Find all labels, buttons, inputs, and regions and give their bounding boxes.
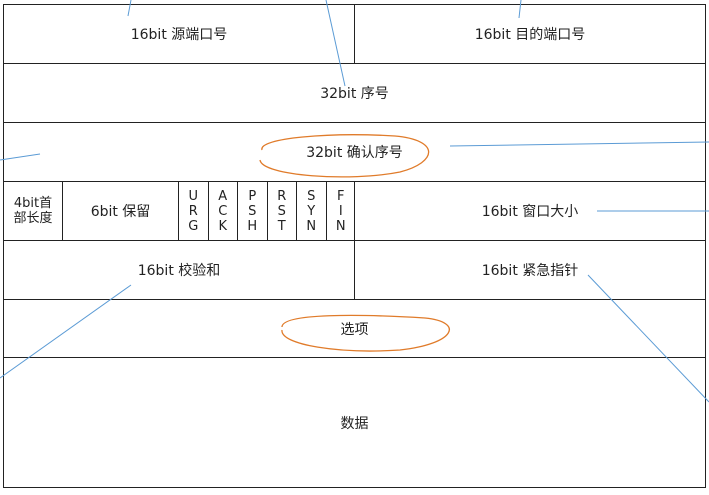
flag-fin: FIN: [325, 181, 356, 241]
window-size-field: 16bit 窗口大小: [354, 181, 706, 241]
flag-letter: T: [277, 219, 286, 234]
flag-letter: A: [218, 189, 228, 204]
flag-letter: P: [248, 189, 257, 204]
flag-psh: PSH: [237, 181, 268, 241]
flag-letter: S: [307, 189, 316, 204]
destination-port-field: 16bit 目的端口号: [354, 4, 706, 64]
sequence-number-field: 32bit 序号: [3, 63, 706, 123]
data-field: 数据: [3, 357, 706, 488]
flag-letter: K: [218, 219, 228, 234]
flag-letter: S: [248, 204, 257, 219]
ack-number-field: 32bit 确认序号: [3, 122, 706, 182]
header-length-line2: 部长度: [13, 211, 53, 226]
flag-letter: H: [247, 219, 258, 234]
checksum-field: 16bit 校验和: [3, 240, 355, 300]
header-length-line1: 4bit首: [13, 196, 53, 211]
tcp-header-diagram: 16bit 源端口号 16bit 目的端口号 32bit 序号 32bit 确认…: [0, 0, 709, 495]
flag-ack: ACK: [207, 181, 238, 241]
flag-letter: Y: [307, 204, 316, 219]
header-length-field: 4bit首 部长度: [3, 181, 63, 241]
source-port-field: 16bit 源端口号: [3, 4, 355, 64]
flag-letter: R: [277, 189, 287, 204]
flag-rst: RST: [266, 181, 297, 241]
urgent-pointer-field: 16bit 紧急指针: [354, 240, 706, 300]
flag-letter: G: [188, 219, 199, 234]
reserved-field: 6bit 保留: [62, 181, 179, 241]
flag-letter: I: [338, 204, 343, 219]
flag-letter: U: [188, 189, 198, 204]
flag-letter: S: [277, 204, 286, 219]
options-field: 选项: [3, 299, 706, 358]
flag-letter: N: [306, 219, 317, 234]
flag-letter: F: [337, 189, 345, 204]
flag-urg: URG: [178, 181, 209, 241]
flag-letter: C: [218, 204, 228, 219]
flag-letter: R: [188, 204, 198, 219]
flag-letter: N: [335, 219, 346, 234]
flag-syn: SYN: [296, 181, 327, 241]
